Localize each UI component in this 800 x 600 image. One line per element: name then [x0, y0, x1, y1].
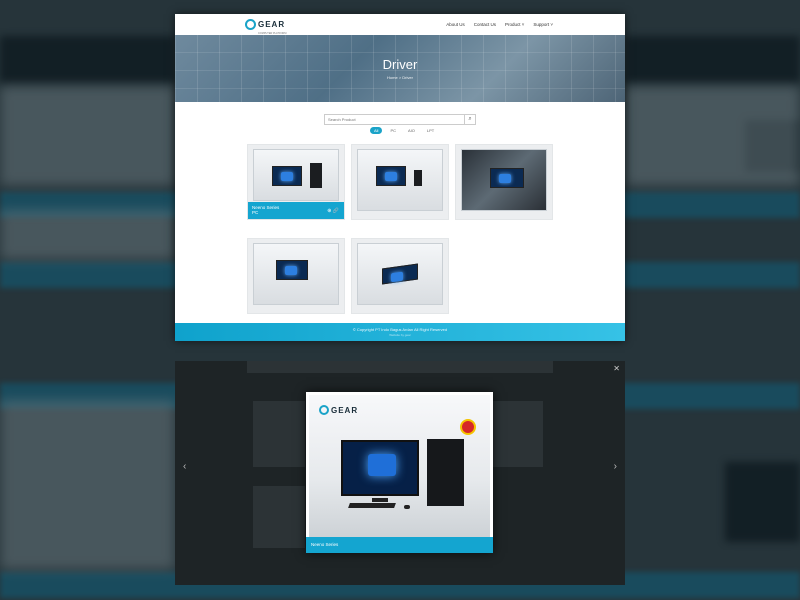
product-image [253, 243, 339, 305]
tower-image [310, 163, 322, 188]
nav-item-about[interactable]: About Us [446, 22, 465, 27]
lightbox-modal: GEAR Neeno Series [306, 392, 493, 553]
background-block [625, 36, 800, 84]
logo-ring-icon [245, 19, 256, 30]
product-card[interactable] [455, 144, 553, 220]
page-title: Driver [382, 57, 418, 72]
close-icon[interactable]: ✕ [613, 364, 620, 373]
background-block [725, 462, 800, 542]
filter-all[interactable]: All [370, 127, 383, 134]
product-card[interactable] [351, 238, 449, 314]
card-caption[interactable]: Neeno Series PC ⊕ 🔗 [248, 202, 344, 219]
monitor-image [276, 260, 308, 280]
logo-ring-icon [319, 405, 329, 415]
prev-arrow-icon[interactable]: ‹ [183, 461, 186, 472]
aio-image [490, 168, 524, 188]
product-image [253, 149, 339, 201]
tower-image [427, 439, 464, 506]
background-light [0, 400, 175, 570]
nav-item-contact[interactable]: Contact Us [474, 22, 496, 27]
modal-caption: Neeno Series [306, 537, 493, 553]
filter-aio[interactable]: AIO [404, 127, 419, 134]
keyboard-image [348, 503, 396, 508]
dimmed-card [253, 401, 305, 467]
filter-pc[interactable]: PC [386, 127, 400, 134]
nav-item-product[interactable]: Product ˅ [505, 22, 524, 27]
dimmed-nav [247, 361, 553, 373]
dimmed-card [493, 401, 543, 467]
background-light [625, 86, 800, 186]
mouse-image [404, 505, 410, 509]
background-light [0, 86, 175, 186]
logo-text: GEAR [258, 20, 286, 29]
product-image [461, 149, 547, 211]
zoom-link-icon[interactable]: ⊕ 🔗 [327, 208, 339, 214]
monitor-image [376, 166, 406, 186]
background-block [0, 36, 175, 84]
monitor-image [272, 166, 302, 186]
product-card[interactable]: Neeno Series PC ⊕ 🔗 [247, 144, 345, 220]
dimmed-card [253, 486, 305, 548]
card-subtitle: PC [252, 210, 259, 215]
product-card[interactable] [351, 144, 449, 220]
promo-badge-icon [460, 419, 476, 435]
gear-logo[interactable]: GEAR COMPUTER PLATFORM [245, 14, 286, 35]
search-icon[interactable]: ⌕ [464, 115, 475, 124]
breadcrumb[interactable]: Home > Driver [175, 75, 625, 80]
footer-credit: Website by gear [389, 333, 411, 337]
driver-page: GEAR COMPUTER PLATFORM About Us Contact … [175, 14, 625, 341]
product-card[interactable] [247, 238, 345, 314]
top-nav: GEAR COMPUTER PLATFORM About Us Contact … [175, 14, 625, 35]
copyright-text: © Copyright PT Indo Bagus Ardan All Righ… [352, 327, 448, 332]
filter-tabs: All PC AIO LPT [370, 127, 438, 134]
nav-item-support[interactable]: Support ˅ [533, 22, 553, 27]
product-image [357, 149, 443, 211]
modal-logo-text: GEAR [331, 405, 359, 415]
footer: © Copyright PT Indo Bagus Ardan All Righ… [175, 323, 625, 341]
search-input[interactable] [325, 115, 464, 124]
modal-product-image: GEAR [309, 395, 490, 537]
search-bar: ⌕ [324, 114, 476, 125]
product-image [357, 243, 443, 305]
next-arrow-icon[interactable]: › [614, 461, 617, 472]
hero-banner: Driver Home > Driver [175, 35, 625, 102]
nav-menu: About Us Contact Us Product ˅ Support ˅ [446, 22, 553, 27]
monitor-image [341, 440, 419, 496]
filter-lpt[interactable]: LPT [423, 127, 438, 134]
monitor-stand [372, 498, 388, 502]
background-light [0, 210, 175, 260]
laptop-image [382, 263, 418, 285]
speaker-image [414, 170, 422, 186]
modal-logo: GEAR [319, 405, 358, 415]
